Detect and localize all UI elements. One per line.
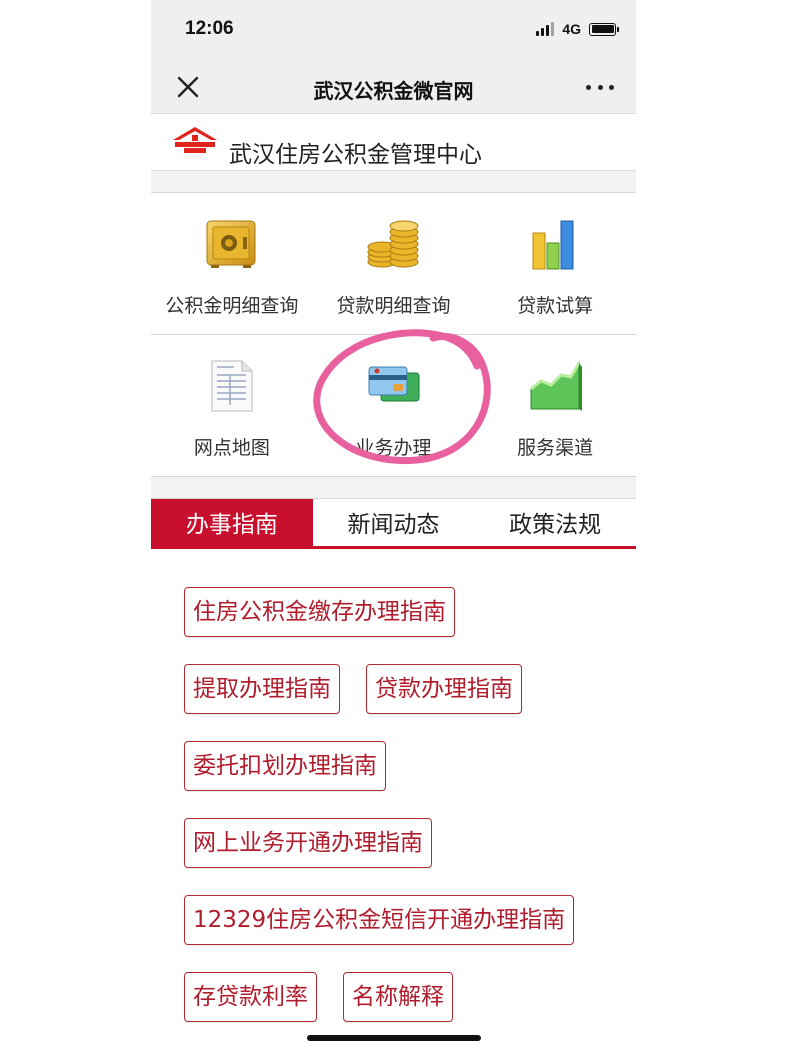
more-button[interactable] — [586, 74, 614, 100]
menu-item-label: 贷款明细查询 — [336, 295, 451, 317]
guide-list: 住房公积金缴存办理指南 提取办理指南 贷款办理指南 委托扣划办理指南 网上业务开通办理指… — [151, 549, 636, 1022]
site-name: 武汉住房公积金管理中心 — [229, 142, 482, 168]
tab-bar: 办事指南 新闻动态 政策法规 — [151, 499, 636, 549]
menu-item-service-channel[interactable]: 服务渠道 — [474, 335, 636, 476]
nav-bar: 武汉公积金微官网 — [151, 60, 636, 114]
guide-button[interactable]: 12329住房公积金短信开通办理指南 — [184, 895, 575, 945]
bank-card-icon — [364, 355, 424, 417]
menu-item-label: 公积金明细查询 — [165, 295, 299, 317]
menu-grid-row: 公积金明细查询 贷款明细查询 贷款试算 — [151, 193, 636, 335]
coins-icon — [364, 213, 424, 275]
menu-item-branch-map[interactable]: 网点地图 — [151, 335, 313, 476]
guide-row: 委托扣划办理指南 — [184, 741, 636, 791]
menu-item-label: 贷款试算 — [517, 295, 594, 317]
guide-button[interactable]: 贷款办理指南 — [366, 664, 522, 714]
status-time: 12:06 — [185, 18, 234, 39]
status-indicators: 4G — [536, 21, 619, 37]
more-dot-icon — [597, 84, 603, 90]
menu-item-loan-calc[interactable]: 贷款试算 — [474, 193, 636, 334]
guide-button[interactable]: 提取办理指南 — [184, 664, 340, 714]
guide-row: 存贷款利率 名称解释 — [184, 972, 636, 1022]
menu-item-fund-detail[interactable]: 公积金明细查询 — [151, 193, 313, 334]
guide-button[interactable]: 网上业务开通办理指南 — [184, 818, 432, 868]
guide-button[interactable]: 名称解释 — [343, 972, 453, 1022]
home-indicator[interactable] — [307, 1035, 481, 1041]
site-header: 武汉住房公积金管理中心 — [151, 114, 636, 170]
guide-row: 网上业务开通办理指南 — [184, 818, 636, 868]
tab-policy[interactable]: 政策法规 — [474, 499, 636, 546]
network-type: 4G — [562, 21, 581, 37]
tab-news[interactable]: 新闻动态 — [313, 499, 475, 546]
page-title: 武汉公积金微官网 — [313, 79, 474, 103]
divider — [151, 170, 636, 193]
document-icon — [202, 355, 262, 417]
menu-item-label: 网点地图 — [193, 437, 270, 459]
signal-icon — [536, 22, 555, 36]
menu-item-label: 业务办理 — [355, 437, 432, 459]
divider — [151, 477, 636, 499]
guide-button[interactable]: 委托扣划办理指南 — [184, 741, 386, 791]
battery-icon — [589, 22, 619, 36]
tab-guide[interactable]: 办事指南 — [151, 499, 313, 546]
menu-grid-row: 网点地图 业务办理 服务渠道 — [151, 335, 636, 477]
more-dot-icon — [586, 84, 591, 90]
bar-chart-icon — [525, 213, 585, 275]
guide-row: 提取办理指南 贷款办理指南 — [184, 664, 636, 714]
logo-icon — [171, 126, 219, 160]
menu-item-loan-detail[interactable]: 贷款明细查询 — [313, 193, 475, 334]
menu-item-label: 服务渠道 — [517, 437, 594, 459]
guide-button[interactable]: 住房公积金缴存办理指南 — [184, 587, 455, 637]
guide-row: 住房公积金缴存办理指南 — [184, 587, 636, 637]
guide-button[interactable]: 存贷款利率 — [184, 972, 317, 1022]
menu-item-business[interactable]: 业务办理 — [313, 335, 475, 476]
phone-screen: 12:06 4G 武汉公积金微官网 武汉住房公积金管理中心 公积金明细查询 贷款… — [151, 0, 636, 1051]
status-bar: 12:06 4G — [151, 0, 636, 60]
guide-row: 12329住房公积金短信开通办理指南 — [184, 895, 636, 945]
area-chart-icon — [525, 355, 585, 417]
more-dot-icon — [609, 84, 614, 90]
safe-icon — [202, 213, 262, 275]
